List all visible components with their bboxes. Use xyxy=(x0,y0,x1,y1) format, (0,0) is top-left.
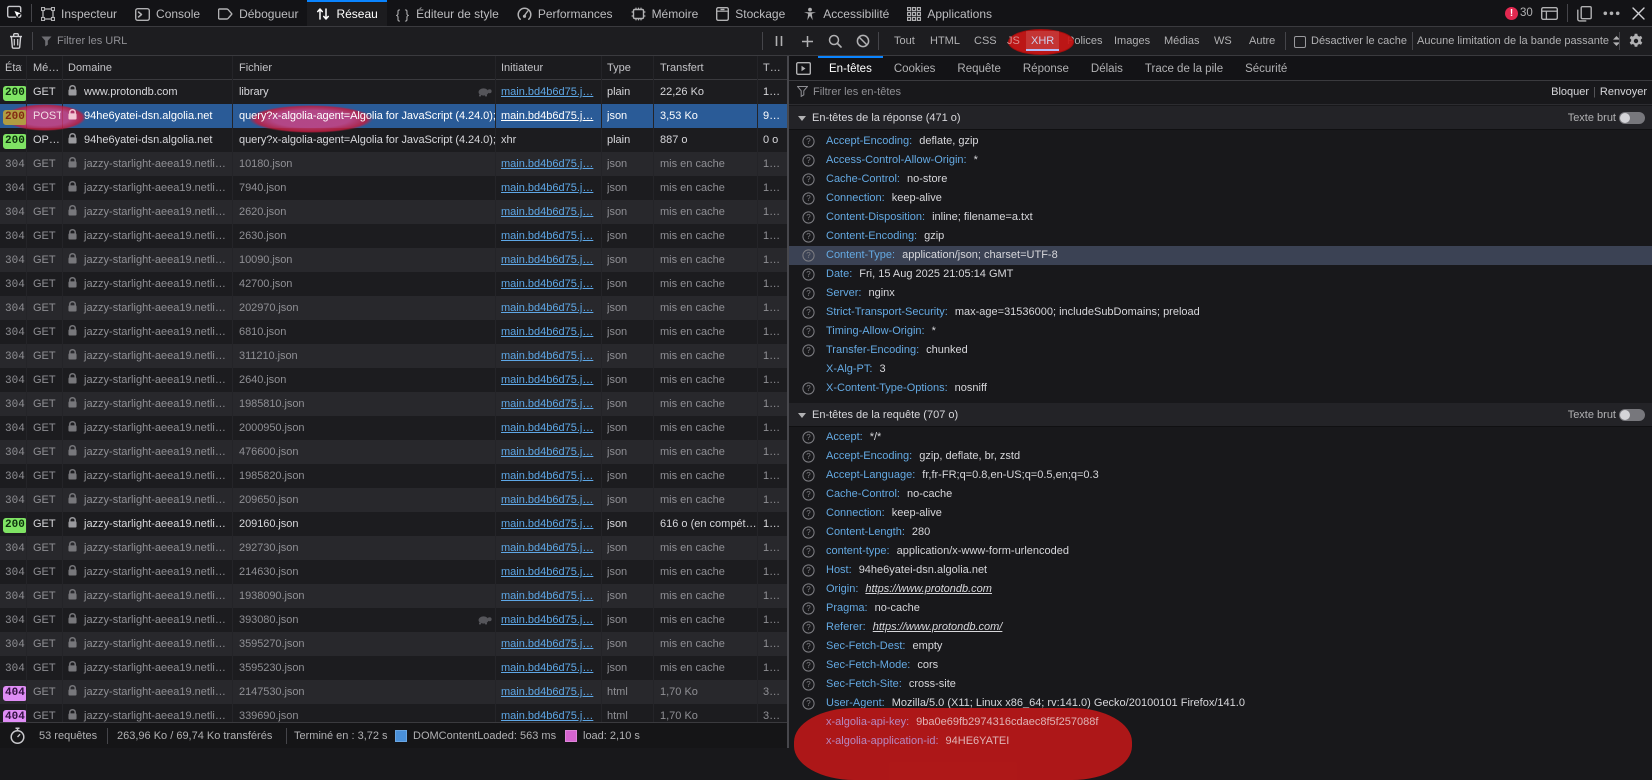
svg-text:?: ? xyxy=(806,566,811,575)
svg-text:?: ? xyxy=(806,509,811,518)
svg-text:?: ? xyxy=(806,642,811,651)
svg-text:?: ? xyxy=(806,308,811,317)
svg-text:?: ? xyxy=(806,156,811,165)
svg-text:?: ? xyxy=(806,137,811,146)
svg-text:?: ? xyxy=(806,433,811,442)
svg-text:?: ? xyxy=(806,213,811,222)
svg-text:?: ? xyxy=(806,623,811,632)
svg-text:?: ? xyxy=(806,194,811,203)
svg-text:?: ? xyxy=(806,547,811,556)
svg-text:?: ? xyxy=(806,232,811,241)
svg-text:?: ? xyxy=(806,384,811,393)
svg-text:?: ? xyxy=(806,604,811,613)
svg-text:?: ? xyxy=(806,585,811,594)
svg-text:?: ? xyxy=(806,661,811,670)
svg-text:?: ? xyxy=(806,270,811,279)
svg-text:?: ? xyxy=(806,175,811,184)
svg-text:?: ? xyxy=(806,699,811,708)
svg-text:?: ? xyxy=(806,327,811,336)
svg-text:?: ? xyxy=(806,471,811,480)
svg-text:?: ? xyxy=(806,528,811,537)
svg-text:?: ? xyxy=(806,289,811,298)
svg-text:?: ? xyxy=(806,452,811,461)
svg-text:?: ? xyxy=(806,680,811,689)
svg-text:?: ? xyxy=(806,251,811,260)
svg-text:?: ? xyxy=(806,490,811,499)
svg-text:?: ? xyxy=(806,346,811,355)
